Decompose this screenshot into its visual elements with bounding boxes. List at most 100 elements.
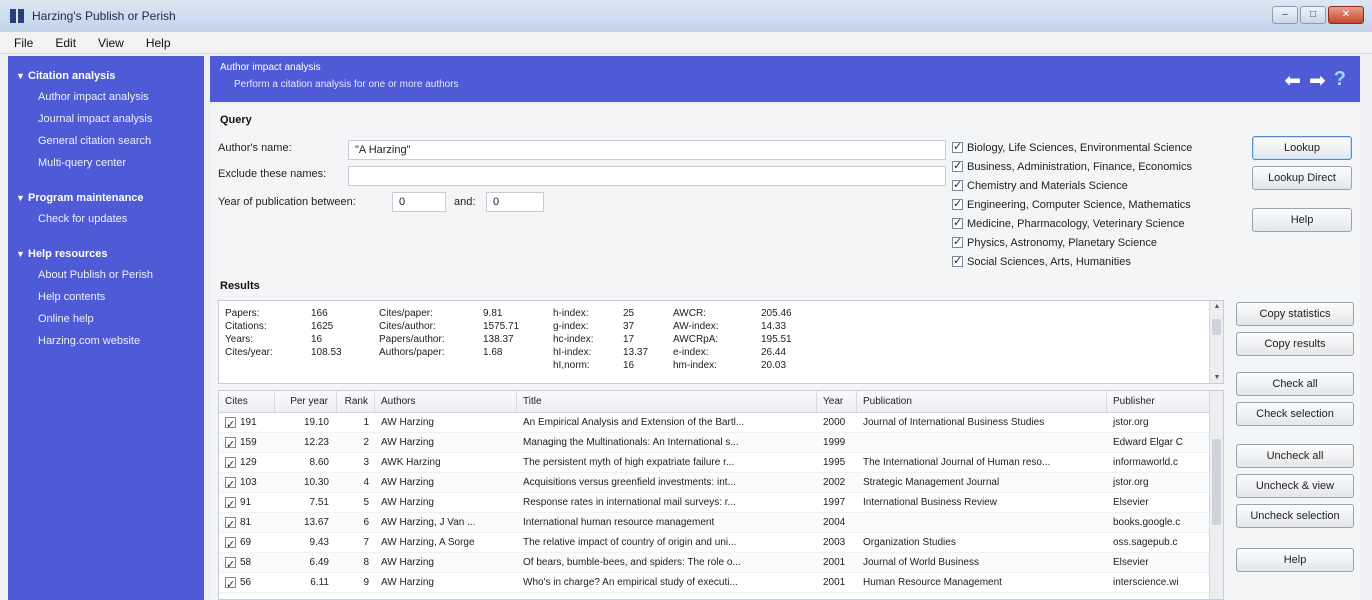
query-help-button[interactable]: Help (1252, 208, 1352, 232)
maximize-button[interactable]: □ (1300, 6, 1326, 24)
cell-publisher: jstor.org (1113, 477, 1149, 488)
cell-title: An Empirical Analysis and Extension of t… (523, 417, 745, 428)
sidebar-item-about[interactable]: About Publish or Perish (16, 264, 204, 286)
author-name-input[interactable]: "A Harzing" (348, 140, 946, 160)
sidebar-item-multi-query[interactable]: Multi-query center (16, 152, 204, 174)
close-button[interactable]: ✕ (1328, 6, 1364, 24)
lookup-direct-button[interactable]: Lookup Direct (1252, 166, 1352, 190)
cell-authors: AW Harzing (381, 437, 434, 448)
sidebar-item-check-updates[interactable]: Check for updates (16, 208, 204, 230)
cell-publisher: books.google.c (1113, 517, 1181, 528)
checkbox[interactable] (952, 140, 963, 153)
copy-statistics-button[interactable]: Copy statistics (1236, 302, 1354, 326)
scroll-down-icon[interactable]: ▼ (1210, 374, 1224, 381)
column-header-publication[interactable]: Publication (857, 391, 1107, 412)
column-header-rank[interactable]: Rank (337, 391, 375, 412)
column-header-cites[interactable]: Cites (219, 391, 275, 412)
results-help-button[interactable]: Help (1236, 548, 1354, 572)
cell-authors: AW Harzing (381, 577, 434, 588)
cell-authors: AW Harzing, A Sorge (381, 537, 475, 548)
year-to-input[interactable]: 0 (486, 192, 544, 212)
table-row[interactable]: 159 12.23 2 AW Harzing Managing the Multinat… (219, 433, 1223, 453)
sidebar-item-help-contents[interactable]: Help contents (16, 286, 204, 308)
and-label: and: (454, 196, 476, 208)
table-row[interactable]: 56 6.11 9 AW Harzing Who's in charge? An emp… (219, 573, 1223, 593)
column-header-year[interactable]: Year (817, 391, 857, 412)
row-checkbox[interactable] (225, 475, 236, 492)
help-icon[interactable]: ? (1334, 68, 1346, 93)
sidebar-group-header[interactable]: ▼ Citation analysis (16, 66, 204, 86)
table-row[interactable]: 191 19.10 1 AW Harzing An Empirical Analysis… (219, 413, 1223, 433)
back-arrow-icon[interactable]: ⬅ (1284, 68, 1301, 93)
menu-help[interactable]: Help (146, 36, 171, 50)
cell-rank: 7 (363, 537, 369, 548)
forward-arrow-icon[interactable]: ➡ (1309, 68, 1326, 93)
cell-publication: The International Journal of Human reso.… (863, 457, 1051, 468)
scroll-thumb[interactable] (1212, 319, 1221, 335)
sidebar-item-website[interactable]: Harzing.com website (16, 330, 204, 352)
checkbox[interactable] (952, 216, 963, 229)
table-row[interactable]: 69 9.43 7 AW Harzing, A Sorge The relative i… (219, 533, 1223, 553)
menu-file[interactable]: File (14, 36, 33, 50)
stats-scrollbar[interactable]: ▲ ▼ (1209, 301, 1223, 383)
copy-results-button[interactable]: Copy results (1236, 332, 1354, 356)
subject-checkbox-social-sciences[interactable]: Social Sciences, Arts, Humanities (952, 252, 1232, 271)
table-row[interactable]: 103 10.30 4 AW Harzing Acquisitions versus g… (219, 473, 1223, 493)
row-checkbox[interactable] (225, 435, 236, 452)
subject-checkbox-physics[interactable]: Physics, Astronomy, Planetary Science (952, 233, 1232, 252)
checkbox[interactable] (952, 254, 963, 267)
row-checkbox[interactable] (225, 455, 236, 472)
scroll-thumb[interactable] (1212, 439, 1221, 525)
subject-checkbox-chemistry[interactable]: Chemistry and Materials Science (952, 176, 1232, 195)
column-header-per-year[interactable]: Per year (275, 391, 337, 412)
subject-checkbox-biology[interactable]: Biology, Life Sciences, Environmental Sc… (952, 138, 1232, 157)
sidebar-item-journal-impact[interactable]: Journal impact analysis (16, 108, 204, 130)
sidebar-item-general-search[interactable]: General citation search (16, 130, 204, 152)
sidebar-item-online-help[interactable]: Online help (16, 308, 204, 330)
check-selection-button[interactable]: Check selection (1236, 402, 1354, 426)
row-checkbox[interactable] (225, 495, 236, 512)
cell-cites: 81 (219, 513, 275, 532)
row-checkbox[interactable] (225, 535, 236, 552)
table-scrollbar[interactable] (1209, 391, 1223, 599)
checkbox[interactable] (952, 159, 963, 172)
table-row[interactable]: 129 8.60 3 AWK Harzing The persistent myth o… (219, 453, 1223, 473)
check-all-button[interactable]: Check all (1236, 372, 1354, 396)
menu-view[interactable]: View (98, 36, 124, 50)
checkbox[interactable] (952, 178, 963, 191)
year-from-input[interactable]: 0 (392, 192, 446, 212)
year-range-label: Year of publication between: (218, 196, 356, 208)
table-row[interactable]: 91 7.51 5 AW Harzing Response rates in inter… (219, 493, 1223, 513)
sidebar-group-header[interactable]: ▼ Help resources (16, 244, 204, 264)
cell-publication: Organization Studies (863, 537, 956, 548)
lookup-button[interactable]: Lookup (1252, 136, 1352, 160)
column-header-authors[interactable]: Authors (375, 391, 517, 412)
cites-value: 191 (240, 416, 257, 428)
sidebar-group-header[interactable]: ▼ Program maintenance (16, 188, 204, 208)
subject-checkbox-business[interactable]: Business, Administration, Finance, Econo… (952, 157, 1232, 176)
subject-checkbox-engineering[interactable]: Engineering, Computer Science, Mathemati… (952, 195, 1232, 214)
table-row[interactable]: 58 6.49 8 AW Harzing Of bears, bumble-bees, … (219, 553, 1223, 573)
scroll-up-icon[interactable]: ▲ (1210, 303, 1224, 310)
uncheck-view-button[interactable]: Uncheck & view (1236, 474, 1354, 498)
cell-authors: AWK Harzing (381, 457, 441, 468)
table-row[interactable]: 81 13.67 6 AW Harzing, J Van ... Internation… (219, 513, 1223, 533)
sidebar-item-author-impact[interactable]: Author impact analysis (16, 86, 204, 108)
row-checkbox[interactable] (225, 415, 236, 432)
row-checkbox[interactable] (225, 515, 236, 532)
uncheck-selection-button[interactable]: Uncheck selection (1236, 504, 1354, 528)
column-header-publisher[interactable]: Publisher (1107, 391, 1211, 412)
menu-edit[interactable]: Edit (55, 36, 76, 50)
checkbox[interactable] (952, 235, 963, 248)
sidebar-group-citation-analysis: ▼ Citation analysis Author impact analysi… (16, 66, 204, 174)
main-content: Query Author's name: "A Harzing" Exclude… (210, 104, 1360, 600)
results-section-label: Results (220, 280, 260, 292)
row-checkbox[interactable] (225, 575, 236, 592)
minimize-button[interactable]: – (1272, 6, 1298, 24)
row-checkbox[interactable] (225, 555, 236, 572)
subject-checkbox-medicine[interactable]: Medicine, Pharmacology, Veterinary Scien… (952, 214, 1232, 233)
checkbox[interactable] (952, 197, 963, 210)
column-header-title[interactable]: Title (517, 391, 817, 412)
exclude-names-input[interactable] (348, 166, 946, 186)
uncheck-all-button[interactable]: Uncheck all (1236, 444, 1354, 468)
